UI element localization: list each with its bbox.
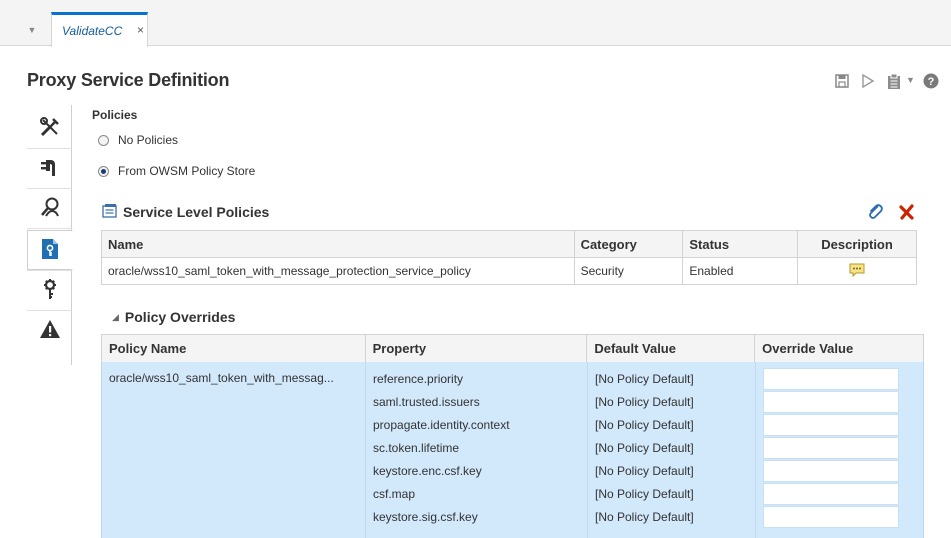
service-level-policies-table: Name Category Status Description oracle/…: [101, 230, 917, 285]
save-icon[interactable]: [835, 73, 849, 91]
override-value-input[interactable]: [763, 391, 899, 413]
policy-overrides-table-header: Policy Name Property Default Value Overr…: [101, 334, 924, 363]
tab-label: ValidateCC: [62, 24, 123, 38]
policy-status-cell: Enabled: [682, 257, 799, 285]
nav-alerts[interactable]: [27, 311, 72, 349]
column-header-default-value[interactable]: Default Value: [586, 334, 756, 363]
override-default-value-cell: [No Policy Default]: [595, 510, 694, 524]
policy-overrides-header[interactable]: ◢ Policy Overrides: [112, 309, 235, 325]
radio-button[interactable]: [98, 134, 109, 146]
service-level-policies-header: Service Level Policies: [102, 203, 269, 221]
vertical-nav: [27, 105, 73, 365]
policy-document-icon: [41, 238, 59, 263]
column-header-name[interactable]: Name: [101, 230, 575, 258]
policy-list-icon: [102, 203, 118, 221]
policy-overrides-row-selected[interactable]: oracle/wss10_saml_token_with_messag... r…: [101, 362, 924, 538]
svg-text:?: ?: [928, 76, 935, 88]
column-header-override-value[interactable]: Override Value: [754, 334, 924, 363]
override-property-cell: csf.map: [373, 487, 416, 501]
override-default-value-cell: [No Policy Default]: [595, 464, 694, 478]
nav-policies[interactable]: [27, 230, 73, 270]
override-value-input[interactable]: [763, 437, 899, 459]
override-default-value-cell: [No Policy Default]: [595, 395, 694, 409]
override-property-cell: saml.trusted.issuers: [373, 395, 480, 409]
person-search-icon: [39, 196, 61, 221]
run-icon[interactable]: [861, 73, 875, 91]
nav-security[interactable]: [27, 271, 72, 309]
attach-policy-paperclip-icon[interactable]: [867, 203, 883, 223]
tab-bar: ▼ ValidateCC ×: [0, 0, 951, 47]
clipboard-icon[interactable]: [887, 73, 901, 91]
tools-icon: [39, 116, 61, 141]
nav-message-handling[interactable]: [27, 189, 72, 227]
override-value-input[interactable]: [763, 368, 899, 390]
tab-validatecc[interactable]: ValidateCC ×: [51, 12, 148, 47]
override-value-input[interactable]: [763, 414, 899, 436]
radio-label: No Policies: [118, 133, 179, 147]
override-default-value-cell: [No Policy Default]: [595, 372, 694, 386]
help-icon[interactable]: ?: [923, 73, 939, 91]
table-row[interactable]: oracle/wss10_saml_token_with_message_pro…: [101, 257, 917, 285]
column-header-status[interactable]: Status: [682, 230, 799, 258]
section-title: Service Level Policies: [123, 204, 270, 220]
policies-heading: Policies: [92, 108, 138, 122]
toolbar: ▼ ?: [0, 66, 951, 96]
override-policy-name: oracle/wss10_saml_token_with_messag...: [109, 371, 334, 385]
policy-name-cell: oracle/wss10_saml_token_with_message_pro…: [101, 257, 575, 285]
radio-label: From OWSM Policy Store: [118, 164, 256, 178]
override-property-cell: reference.priority: [373, 372, 464, 386]
warning-icon: [39, 319, 61, 342]
gear-key-icon: [40, 278, 60, 303]
override-property-cell: propagate.identity.context: [373, 418, 510, 432]
policy-description-cell: [797, 257, 917, 285]
section-title: Policy Overrides: [124, 309, 236, 325]
override-property-cell: keystore.sig.csf.key: [373, 510, 478, 524]
radio-no-policies[interactable]: No Policies: [98, 132, 178, 148]
override-value-input[interactable]: [763, 506, 899, 528]
column-header-description[interactable]: Description: [797, 230, 917, 258]
override-default-value-cell: [No Policy Default]: [595, 487, 694, 501]
override-property-cell: sc.token.lifetime: [373, 441, 460, 455]
plug-icon: [39, 156, 61, 181]
tab-list-menu-icon[interactable]: ▼: [26, 24, 38, 36]
policy-category-cell: Security: [573, 257, 684, 285]
nav-transport[interactable]: [27, 149, 72, 187]
override-property-cell: keystore.enc.csf.key: [373, 464, 482, 478]
radio-button-selected[interactable]: [98, 165, 109, 177]
override-value-input[interactable]: [763, 483, 899, 505]
nav-configuration[interactable]: [27, 109, 72, 147]
radio-owsm-policy-store[interactable]: From OWSM Policy Store: [98, 163, 255, 179]
clipboard-menu-chevron-down-icon[interactable]: ▼: [906, 75, 915, 93]
tab-close-icon[interactable]: ×: [137, 23, 144, 37]
column-header-category[interactable]: Category: [573, 230, 684, 258]
column-header-property[interactable]: Property: [364, 334, 588, 363]
delete-policy-icon[interactable]: [899, 204, 915, 223]
description-comment-icon[interactable]: [849, 263, 865, 280]
override-value-input[interactable]: [763, 460, 899, 482]
column-header-policy-name[interactable]: Policy Name: [101, 334, 366, 363]
override-default-value-cell: [No Policy Default]: [595, 441, 694, 455]
collapse-triangle-icon[interactable]: ◢: [112, 312, 119, 323]
override-default-value-cell: [No Policy Default]: [595, 418, 694, 432]
